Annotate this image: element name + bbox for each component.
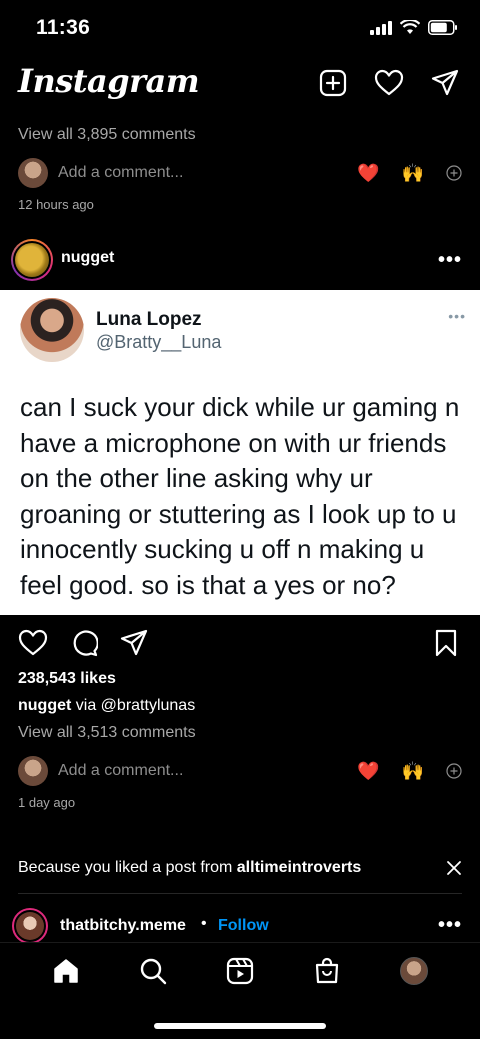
post-username[interactable]: nugget: [61, 249, 114, 267]
shop-icon[interactable]: [311, 955, 343, 987]
view-all-comments-link[interactable]: View all 3,895 comments: [18, 126, 196, 144]
post-action-bar: [0, 627, 480, 663]
battery-icon: [428, 20, 457, 35]
app-header: Instagram: [0, 60, 480, 112]
post-header: nugget •••: [0, 236, 480, 282]
reels-icon[interactable]: [224, 955, 256, 987]
comment-icon[interactable]: [70, 629, 98, 657]
direct-message-icon[interactable]: [430, 68, 460, 98]
wifi-icon: [400, 20, 420, 34]
likes-count[interactable]: 238,543 likes: [18, 670, 116, 688]
suggested-post-header: thatbitchy.meme • Follow •••: [0, 906, 480, 946]
follow-button[interactable]: Follow: [218, 917, 269, 935]
current-user-avatar: [18, 158, 48, 188]
home-icon[interactable]: [50, 955, 82, 987]
add-comment-input[interactable]: Add a comment...: [58, 762, 357, 780]
suggested-posts-banner: Because you liked a post from alltimeint…: [18, 856, 462, 880]
header-actions: [318, 68, 460, 98]
post-timestamp: 12 hours ago: [18, 197, 94, 212]
suggestion-text: Because you liked a post from alltimeint…: [18, 859, 361, 877]
home-indicator: [154, 1023, 326, 1029]
cellular-signal-icon: [370, 20, 392, 35]
add-reaction-icon[interactable]: [446, 763, 462, 779]
post-caption: nugget via @brattylunas: [18, 697, 195, 715]
tweet-author-avatar: [20, 298, 84, 362]
add-comment-input[interactable]: Add a comment...: [58, 164, 357, 182]
like-heart-icon[interactable]: [18, 629, 48, 657]
status-time: 11:36: [36, 16, 91, 39]
status-icons: [370, 20, 458, 35]
tweet-author-name: Luna Lopez: [96, 309, 202, 330]
suggested-author-avatar[interactable]: [12, 908, 48, 944]
more-options-icon[interactable]: •••: [438, 914, 462, 937]
add-comment-row: Add a comment... ❤️ 🙌: [18, 756, 462, 786]
post-timestamp: 1 day ago: [18, 795, 76, 810]
quick-react-heart[interactable]: ❤️: [357, 163, 379, 184]
new-post-icon[interactable]: [318, 68, 348, 98]
save-bookmark-icon[interactable]: [434, 629, 458, 657]
instagram-logo[interactable]: Instagram: [18, 62, 200, 100]
post-image[interactable]: Luna Lopez @Bratty__Luna ••• can I suck …: [0, 290, 480, 615]
quick-react-heart[interactable]: ❤️: [357, 761, 379, 782]
tweet-text: can I suck your dick while ur gaming n h…: [20, 392, 460, 600]
suggestion-account[interactable]: alltimeintroverts: [237, 859, 361, 876]
separator-dot: •: [201, 915, 207, 932]
caption-username[interactable]: nugget: [18, 697, 71, 714]
share-icon[interactable]: [120, 629, 148, 657]
current-user-avatar: [18, 756, 48, 786]
quick-reactions: ❤️ 🙌: [357, 163, 462, 184]
tweet-author-handle: @Bratty__Luna: [96, 332, 222, 352]
search-icon[interactable]: [137, 955, 169, 987]
profile-avatar[interactable]: [398, 955, 430, 987]
add-reaction-icon[interactable]: [446, 165, 462, 181]
close-icon[interactable]: [446, 860, 462, 876]
view-all-comments-link[interactable]: View all 3,513 comments: [18, 724, 196, 742]
more-options-icon[interactable]: •••: [438, 249, 462, 272]
divider: [18, 893, 462, 894]
add-comment-row: Add a comment... ❤️ 🙌: [18, 158, 462, 188]
caption-text: via @brattylunas: [75, 697, 196, 714]
heart-icon[interactable]: [374, 68, 404, 98]
bottom-nav: [0, 942, 480, 1039]
suggestion-prefix: Because you liked a post from: [18, 859, 237, 876]
quick-reactions: ❤️ 🙌: [357, 761, 462, 782]
post-author-avatar[interactable]: [11, 239, 53, 281]
quick-react-raised-hands[interactable]: 🙌: [402, 761, 424, 782]
tweet-more-icon: •••: [448, 308, 466, 324]
quick-react-raised-hands[interactable]: 🙌: [402, 163, 424, 184]
status-bar: 11:36: [0, 0, 480, 58]
suggested-username[interactable]: thatbitchy.meme: [60, 917, 186, 935]
